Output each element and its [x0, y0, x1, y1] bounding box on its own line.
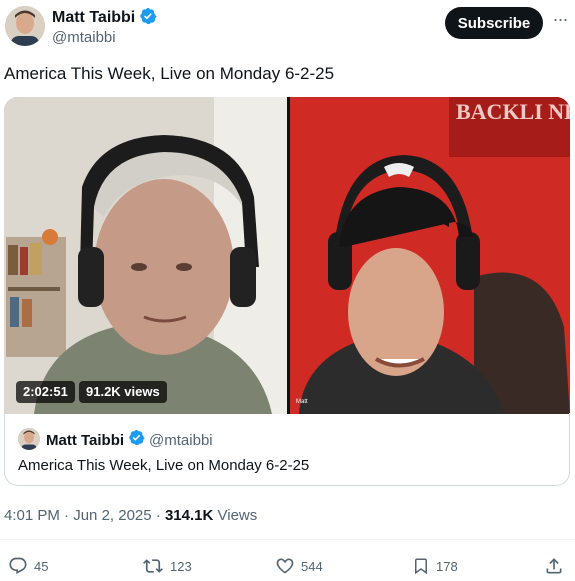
repost-count: 123: [170, 558, 192, 574]
author-avatar[interactable]: [5, 6, 45, 46]
quoted-post-card[interactable]: Matt Taibbi @mtaibbi America This Week, …: [4, 413, 570, 486]
video-thumbnail: BACKLI NEWS Matt: [4, 97, 570, 414]
share-icon: [544, 556, 564, 576]
quoted-author-avatar: [18, 428, 40, 450]
author-name[interactable]: Matt Taibbi: [52, 9, 135, 27]
reply-count: 45: [34, 558, 49, 574]
like-count: 544: [301, 558, 323, 574]
like-button[interactable]: 544: [275, 556, 323, 576]
tweet-text: America This Week, Live on Monday 6-2-25: [4, 64, 335, 83]
post-time[interactable]: 4:01 PM: [4, 507, 60, 524]
reply-button[interactable]: 45: [8, 556, 48, 576]
share-button[interactable]: [544, 556, 564, 576]
bookmark-icon: [412, 556, 430, 576]
author-handle[interactable]: @mtaibbi: [52, 29, 116, 46]
quoted-author-handle: @mtaibbi: [149, 431, 213, 449]
verified-badge-icon: [139, 7, 157, 30]
repost-icon: [142, 556, 164, 576]
repost-button[interactable]: 123: [142, 556, 192, 576]
participant-name-label: Matt: [296, 399, 308, 405]
post-date[interactable]: Jun 2, 2025: [73, 507, 151, 524]
meta-separator: ·: [151, 507, 165, 524]
bookmark-button[interactable]: 178: [412, 556, 458, 576]
video-player[interactable]: BACKLI NEWS Matt 2:02:51 91.2K views: [4, 97, 570, 414]
post-meta: 4:01 PM · Jun 2, 2025 · 314.1K Views: [4, 507, 257, 524]
quoted-post-text: America This Week, Live on Monday 6-2-25: [18, 457, 310, 474]
backdrop-sign-text: BACKLI NEWS: [456, 99, 570, 124]
subscribe-button[interactable]: Subscribe: [445, 7, 543, 39]
video-duration: 2:02:51: [16, 381, 75, 403]
more-options-icon[interactable]: ···: [550, 10, 570, 32]
quoted-author-name: Matt Taibbi: [46, 431, 125, 449]
reply-icon: [8, 556, 28, 576]
divider: [0, 539, 575, 540]
bookmark-count: 178: [436, 558, 458, 574]
like-icon: [275, 556, 295, 576]
views-label: Views: [213, 507, 258, 524]
views-count: 314.1K: [164, 507, 214, 524]
meta-separator: ·: [59, 507, 74, 524]
verified-badge-icon: [128, 429, 145, 451]
video-views: 91.2K views: [79, 381, 167, 403]
